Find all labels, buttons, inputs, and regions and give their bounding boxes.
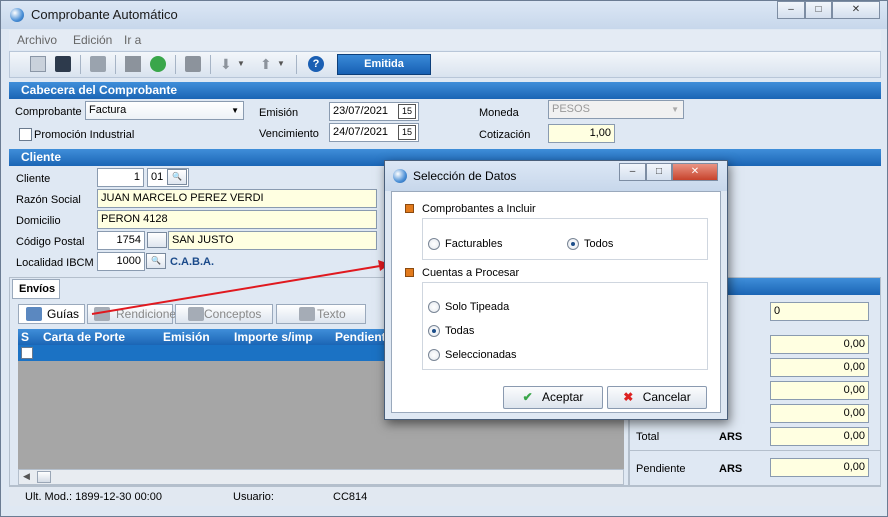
radio-todas-label: Todas xyxy=(445,325,475,337)
orange-square-icon xyxy=(405,204,414,213)
group2-title: Cuentas a Procesar xyxy=(422,267,520,279)
radio-todas[interactable] xyxy=(428,325,440,337)
aceptar-button[interactable]: ✔ Aceptar xyxy=(503,386,603,409)
radio-solo-tipeada[interactable] xyxy=(428,301,440,313)
cancelar-label: Cancelar xyxy=(642,390,691,404)
radio-facturables-label: Facturables xyxy=(445,238,503,250)
group1-title: Comprobantes a Incluir xyxy=(422,203,536,215)
dialog-title: Selección de Datos xyxy=(413,169,517,183)
dialog-body: Comprobantes a Incluir Facturables Todos… xyxy=(391,191,721,413)
radio-solo-tipeada-label: Solo Tipeada xyxy=(445,301,510,313)
seleccion-datos-dialog: Selección de Datos ‒ □ ✕ Comprobantes a … xyxy=(384,160,728,420)
dialog-close-button[interactable]: ✕ xyxy=(672,163,718,181)
radio-seleccionadas-label: Seleccionadas xyxy=(445,349,517,361)
dialog-maximize-button[interactable]: □ xyxy=(646,163,672,181)
app-globe-icon xyxy=(393,169,407,183)
dialog-minimize-button[interactable]: ‒ xyxy=(619,163,646,181)
radio-facturables[interactable] xyxy=(428,238,440,250)
radio-todos-label: Todos xyxy=(584,238,614,250)
cancelar-button[interactable]: ✖ Cancelar xyxy=(607,386,707,409)
radio-todos[interactable] xyxy=(567,238,579,250)
check-icon: ✔ xyxy=(522,390,533,404)
aceptar-label: Aceptar xyxy=(542,390,584,404)
radio-seleccionadas[interactable] xyxy=(428,349,440,361)
orange-square-icon xyxy=(405,268,414,277)
dialog-title-bar: Selección de Datos ‒ □ ✕ xyxy=(385,161,727,191)
cancel-x-icon: ✖ xyxy=(623,390,634,404)
